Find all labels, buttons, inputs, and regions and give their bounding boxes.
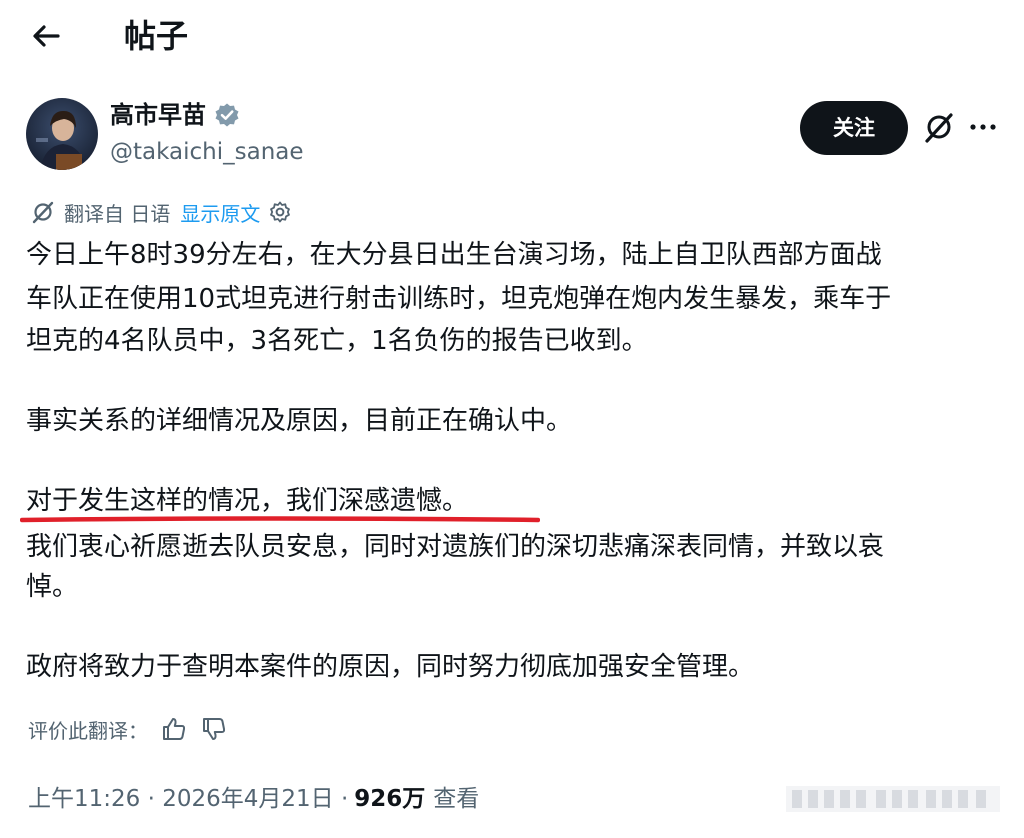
post-text-line: 政府将致力于查明本案件的原因，同时努力彻底加强安全管理。 (26, 652, 755, 682)
views-label: 查看 (433, 786, 480, 812)
author-display-name[interactable]: 高市早苗 (110, 98, 206, 132)
translate-icon (32, 201, 54, 224)
watermark-overlay (786, 786, 1000, 812)
thumbs-down-icon[interactable] (200, 715, 228, 743)
grok-icon[interactable] (922, 110, 956, 144)
settings-icon[interactable] (268, 200, 292, 224)
post-text-line: 坦克的4名队员中，3名死亡，1名负伤的报告已收到。 (26, 326, 648, 356)
post-text-line: 今日上午8时39分左右，在大分县日出生台演习场，陆上自卫队西部方面战 (26, 240, 882, 270)
post-text-line: 车队正在使用10式坦克进行射击训练时，坦克炮弹在炮内发生暴发，乘车于 (26, 284, 892, 314)
post-text-line: 悼。 (26, 572, 79, 602)
top-bar: 帖子 (0, 0, 1024, 76)
verified-icon (215, 103, 239, 127)
post-text-line: 事实关系的详细情况及原因，目前正在确认中。 (26, 406, 573, 436)
back-arrow-icon[interactable] (28, 20, 64, 52)
thumbs-up-icon[interactable] (160, 715, 188, 743)
post-meta: 上午11:26 · 2026年4月21日 · 926万 查看 (28, 776, 479, 816)
follow-button[interactable]: 关注 (800, 101, 908, 155)
author-handle[interactable]: @takaichi_sanae (110, 136, 304, 168)
translated-from-label: 翻译自 日语 (64, 201, 171, 226)
show-original-link[interactable]: 显示原文 (180, 198, 260, 227)
highlight-underline (20, 516, 540, 523)
rate-translation: 评价此翻译： (28, 712, 228, 746)
post-text-line: 我们衷心祈愿逝去队员安息，同时对遗族们的深切悲痛深表同情，并致以哀 (26, 532, 885, 562)
page-title: 帖子 (124, 17, 189, 55)
views-count: 926万 (354, 786, 426, 812)
rate-translation-label: 评价此翻译： (28, 718, 148, 743)
avatar[interactable] (26, 98, 98, 170)
more-icon[interactable] (966, 114, 1000, 140)
translation-notice: 翻译自 日语 显示原文 (30, 196, 292, 228)
post-timestamp[interactable]: 上午11:26 · 2026年4月21日 · (28, 779, 348, 813)
author-name-row: 高市早苗 (110, 98, 240, 132)
